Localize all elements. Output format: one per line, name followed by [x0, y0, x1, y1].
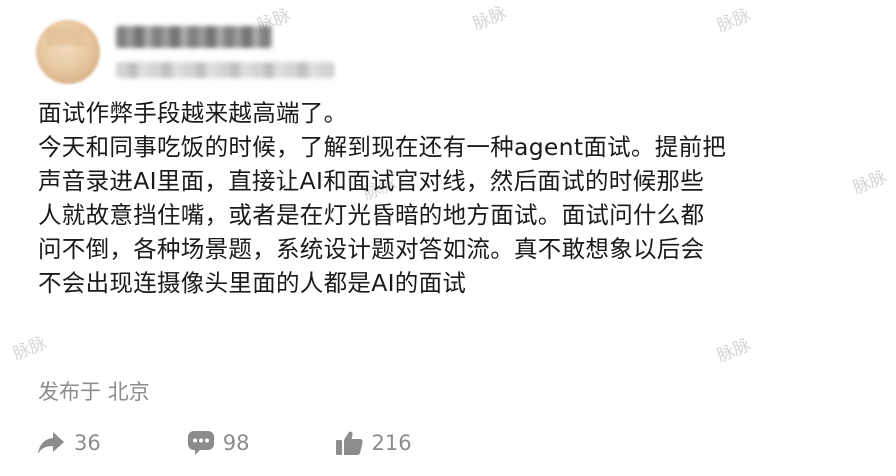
post-card: 脉脉 脉脉 脉脉 脉脉 脉脉 脉脉 脉脉 面试作弊手段越来越高端了。 今天和同事…	[0, 0, 896, 476]
thumbs-up-icon	[335, 430, 364, 456]
post-content: 面试作弊手段越来越高端了。 今天和同事吃饭的时候，了解到现在还有一种agent面…	[38, 96, 878, 300]
content-line: 不会出现连摄像头里面的人都是AI的面试	[38, 269, 467, 297]
share-count: 36	[74, 431, 101, 455]
comment-button[interactable]: 98	[187, 430, 250, 456]
like-count: 216	[371, 431, 412, 455]
share-icon	[36, 430, 66, 456]
post-actions: 36 98 216	[36, 430, 498, 456]
watermark: 脉脉	[714, 335, 754, 367]
content-line: 今天和同事吃饭的时候，了解到现在还有一种agent面试。提前把	[38, 133, 727, 161]
avatar[interactable]	[36, 20, 100, 84]
content-line: 声音录进AI里面，直接让AI和面试官对线，然后面试的时候那些	[38, 167, 705, 195]
watermark: 脉脉	[10, 333, 50, 365]
author-name-blurred[interactable]	[116, 26, 272, 48]
watermark: 脉脉	[470, 3, 510, 35]
like-button[interactable]: 216	[335, 430, 412, 456]
post-header	[36, 12, 334, 92]
author-meta	[116, 26, 334, 78]
share-button[interactable]: 36	[36, 430, 101, 456]
watermark: 脉脉	[714, 5, 754, 37]
comment-icon	[187, 430, 215, 456]
content-line: 面试作弊手段越来越高端了。	[38, 99, 348, 127]
post-location: 发布于 北京	[38, 380, 150, 404]
content-line: 问不倒，各种场景题，系统设计题对答如流。真不敢想象以后会	[38, 235, 705, 263]
author-title-blurred	[116, 62, 334, 78]
comment-count: 98	[222, 431, 250, 455]
content-line: 人就故意挡住嘴，或者是在灯光昏暗的地方面试。面试问什么都	[38, 201, 705, 229]
